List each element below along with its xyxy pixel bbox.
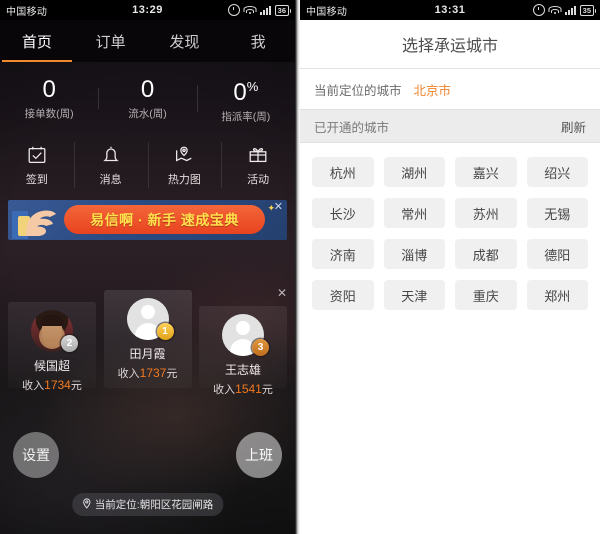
leaderboard-card[interactable]: 1 田月霞 收入1737元 bbox=[103, 290, 192, 388]
calendar-check-icon bbox=[26, 144, 48, 166]
right-phone-screen: 中国移动 13:31 35 选择承运城市 当前定位的城市 北京市 已开通的城市 … bbox=[300, 0, 600, 534]
avatar-wrapper: 2 bbox=[31, 310, 78, 352]
city-chip[interactable]: 嘉兴 bbox=[455, 157, 517, 187]
battery-icon: 36 bbox=[274, 4, 292, 16]
quick-action-checkin[interactable]: 签到 bbox=[0, 134, 74, 196]
go-to-work-button[interactable]: 上班 bbox=[236, 432, 282, 478]
quick-action-label: 消息 bbox=[99, 173, 122, 186]
city-chip[interactable]: 绍兴 bbox=[526, 157, 588, 187]
current-city-row: 当前定位的城市 北京市 bbox=[300, 69, 600, 109]
city-chip[interactable]: 淄博 bbox=[383, 239, 445, 269]
banner-close-icon[interactable]: ✕ bbox=[274, 202, 283, 213]
alarm-icon bbox=[227, 4, 240, 16]
stat-label: 流水(周) bbox=[128, 107, 167, 120]
map-pin-icon bbox=[173, 144, 195, 166]
city-chip[interactable]: 苏州 bbox=[455, 198, 517, 228]
tab-orders[interactable]: 订单 bbox=[74, 20, 148, 62]
quick-action-heatmap[interactable]: 热力图 bbox=[147, 134, 222, 196]
quick-action-label: 签到 bbox=[25, 173, 48, 186]
tab-mine[interactable]: 我 bbox=[221, 20, 295, 62]
city-chip[interactable]: 郑州 bbox=[526, 280, 588, 310]
opened-cities-header: 已开通的城市 刷新 bbox=[300, 109, 600, 143]
income-amount: 1734 bbox=[44, 378, 71, 392]
avatar-wrapper: 3 bbox=[222, 314, 269, 356]
quick-action-message[interactable]: 消息 bbox=[73, 134, 148, 196]
stat-assign-rate[interactable]: 0% 指派率(周) bbox=[196, 73, 295, 124]
promo-banner[interactable]: 易信啊 · 新手 速成宝典 ✦ ✕ bbox=[8, 200, 287, 240]
location-text: 当前定位:朝阳区花园闸路 bbox=[94, 499, 214, 511]
stat-revenue[interactable]: 0 流水(周) bbox=[98, 76, 196, 121]
weekly-stats-row: 0 接单数(周) 0 流水(周) 0% 指派率(周) bbox=[0, 62, 295, 134]
city-chip[interactable]: 重庆 bbox=[455, 280, 517, 310]
status-icons: 36 bbox=[227, 4, 292, 16]
tab-home[interactable]: 首页 bbox=[0, 20, 74, 62]
city-chip[interactable]: 资阳 bbox=[312, 280, 374, 310]
left-phone-screen: 中国移动 13:29 36 首页 订单 发现 我 0 接单数(周) 0 流水(周… bbox=[0, 0, 295, 534]
driver-income: 收入1734元 bbox=[22, 378, 82, 392]
avatar-wrapper: 1 bbox=[126, 298, 174, 340]
tab-discover[interactable]: 发现 bbox=[148, 20, 222, 62]
right-status-bar: 中国移动 13:31 35 bbox=[300, 0, 600, 20]
quick-action-label: 活动 bbox=[247, 173, 270, 186]
leaderboard-card[interactable]: 3 王志雄 收入1541元 bbox=[199, 306, 287, 396]
city-chip[interactable]: 杭州 bbox=[312, 157, 374, 187]
location-pin-icon bbox=[82, 497, 91, 512]
page-title: 选择承运城市 bbox=[401, 38, 498, 55]
dual-phone-screenshot: 中国移动 13:29 36 首页 订单 发现 我 0 接单数(周) 0 流水(周… bbox=[0, 0, 600, 534]
city-chip[interactable]: 天津 bbox=[383, 280, 445, 310]
battery-icon: 35 bbox=[579, 4, 597, 16]
rank-badge: 1 bbox=[156, 323, 174, 340]
wifi-icon bbox=[243, 5, 257, 15]
settings-button[interactable]: 设置 bbox=[13, 432, 59, 478]
city-chip[interactable]: 常州 bbox=[383, 198, 445, 228]
quick-action-activity[interactable]: 活动 bbox=[221, 134, 295, 196]
alarm-icon bbox=[532, 4, 545, 16]
banner-text: 易信啊 · 新手 速成宝典 bbox=[90, 211, 239, 228]
driver-name: 王志雄 bbox=[224, 363, 261, 377]
percent-sign: % bbox=[246, 78, 259, 94]
section-title: 已开通的城市 bbox=[314, 120, 390, 135]
income-amount: 1737 bbox=[139, 366, 167, 380]
status-icons: 35 bbox=[532, 4, 597, 16]
driver-name: 田月霞 bbox=[129, 347, 166, 361]
current-city-value[interactable]: 北京市 bbox=[414, 80, 452, 99]
wifi-icon bbox=[548, 5, 562, 15]
city-chip[interactable]: 德阳 bbox=[526, 239, 588, 269]
bell-icon bbox=[100, 144, 122, 166]
stat-order-count[interactable]: 0 接单数(周) bbox=[0, 76, 98, 121]
rank-badge: 2 bbox=[61, 335, 78, 352]
gift-icon bbox=[247, 144, 269, 166]
left-status-bar: 中国移动 13:29 36 bbox=[0, 0, 295, 20]
stat-label: 指派率(周) bbox=[221, 110, 271, 123]
driver-income: 收入1541元 bbox=[213, 382, 273, 396]
signal-icon bbox=[564, 5, 576, 15]
city-chip[interactable]: 无锡 bbox=[526, 198, 588, 228]
quick-action-label: 热力图 bbox=[167, 173, 201, 186]
rank-badge: 3 bbox=[252, 339, 269, 356]
banner-pill: 易信啊 · 新手 速成宝典 bbox=[64, 205, 265, 234]
quick-action-row: 签到 消息 热力图 活动 bbox=[0, 134, 295, 196]
stat-value: 0 bbox=[42, 75, 56, 103]
stat-value: 0 bbox=[140, 75, 155, 103]
stat-value: 0% bbox=[233, 78, 259, 106]
driver-income: 收入1737元 bbox=[117, 366, 178, 380]
city-chip[interactable]: 济南 bbox=[312, 239, 374, 269]
driver-name: 候国超 bbox=[33, 359, 70, 373]
city-chip[interactable]: 湖州 bbox=[383, 157, 445, 187]
signal-icon bbox=[259, 5, 271, 15]
current-city-label: 当前定位的城市 bbox=[314, 83, 402, 98]
city-chip[interactable]: 长沙 bbox=[312, 198, 374, 228]
city-grid: 杭州 湖州 嘉兴 绍兴 长沙 常州 苏州 无锡 济南 淄博 成都 德阳 资阳 天… bbox=[300, 143, 600, 310]
income-leaderboard: 2 候国超 收入1734元 1 田月霞 收入1737元 3 王志雄 收入1541… bbox=[8, 290, 287, 396]
income-amount: 1541 bbox=[235, 382, 262, 396]
refresh-button[interactable]: 刷新 bbox=[561, 117, 586, 136]
nav-bar: 选择承运城市 bbox=[300, 20, 600, 69]
leaderboard-close-icon[interactable]: ✕ bbox=[277, 286, 287, 300]
top-tab-bar: 首页 订单 发现 我 bbox=[0, 20, 295, 62]
current-location-pill[interactable]: 当前定位:朝阳区花园闸路 bbox=[71, 493, 224, 516]
leaderboard-card[interactable]: 2 候国超 收入1734元 bbox=[8, 302, 96, 392]
city-chip[interactable]: 成都 bbox=[455, 239, 517, 269]
stat-label: 接单数(周) bbox=[24, 107, 74, 120]
